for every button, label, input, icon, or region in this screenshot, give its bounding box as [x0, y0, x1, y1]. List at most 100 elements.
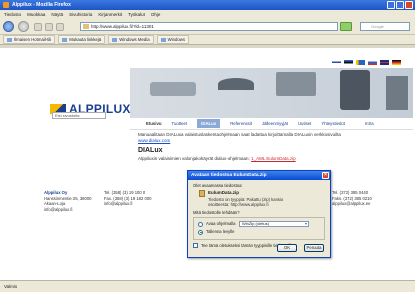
save-to-disk-option[interactable]: Tallenna levylle — [198, 228, 320, 236]
bookmark-item[interactable]: Ilmaisen Hotmail-tili — [3, 35, 56, 44]
minimize-button[interactable] — [387, 1, 395, 9]
menu-edit[interactable]: Muokkaa — [27, 12, 45, 17]
flag-sweden-icon[interactable] — [356, 60, 365, 65]
eulumdata-download-link[interactable]: 1_AML EulumData.zip — [251, 156, 296, 161]
open-with-radio[interactable] — [198, 221, 203, 227]
download-row: Alppiluxin valaisimien valonjakokäyrät d… — [138, 156, 398, 162]
firefox-icon — [3, 2, 9, 8]
page-icon — [83, 24, 89, 29]
flag-finland-icon[interactable] — [332, 60, 341, 65]
footer-finland-contact: Tel. (358) (3) 19 100 0 Fax. (358) (3) 1… — [104, 190, 152, 207]
save-to-disk-label: Tallenna levylle — [206, 229, 235, 235]
menu-file[interactable]: Tiedosto — [4, 12, 21, 17]
dialux-website-link[interactable]: www.dialux.com — [138, 138, 398, 144]
menu-view[interactable]: Näytä — [51, 12, 63, 17]
back-button[interactable] — [3, 21, 14, 32]
save-to-disk-radio[interactable] — [198, 229, 203, 235]
site-search-input[interactable]: Etsi sivustolta — [52, 112, 106, 119]
window-title-bar: Alppilux - Mozilla Firefox — [0, 0, 415, 10]
menu-bookmarks[interactable]: Kirjanmerkit — [98, 12, 122, 17]
menu-bar: Tiedosto Muokkaa Näytä Sivuhistoria Kirj… — [0, 10, 415, 18]
dialog-source-line: osoitteesta: http://www.alppilux.fi — [208, 202, 269, 207]
dialog-body: Olet avaamassa tiedostoa: EulumData.zip … — [188, 180, 330, 252]
open-with-label: Avaa ohjelmalla — [206, 221, 236, 227]
footer-estonia-contact: Tel. (372) 385 0440 Faks. (372) 385 0210… — [332, 190, 372, 207]
footer-phone: Tel. (372) 385 0440 — [332, 190, 369, 195]
bookmark-label: Windows — [167, 37, 186, 42]
dialog-buttons: OK Peruuta — [277, 244, 324, 252]
footer-email[interactable]: info@alppilux.fi — [44, 207, 92, 213]
address-text: http://www.alppilux.fi/?ld=11301 — [91, 24, 154, 29]
bookmark-icon — [160, 37, 166, 42]
nav-intra[interactable]: Intra — [365, 121, 374, 126]
nav-home[interactable]: Etusivu — [146, 121, 162, 126]
footer-company: Alppilux Oy Hanssinmentie 25, 38000 Akaa… — [44, 190, 92, 212]
nav-dialux[interactable]: DIALux — [197, 119, 221, 128]
bookmark-item[interactable]: Windows — [156, 35, 190, 44]
dialog-close-icon[interactable]: × — [322, 172, 329, 179]
remember-choice-checkbox[interactable] — [193, 243, 198, 249]
nav-references[interactable]: Referenssit — [230, 121, 252, 126]
header-lamps-image — [130, 68, 413, 118]
site-navigation: Etusivu Tuotteet DIALux Referenssit Jäll… — [130, 118, 413, 130]
reload-button[interactable] — [34, 23, 42, 31]
flag-estonia-icon[interactable] — [344, 60, 353, 65]
nav-products[interactable]: Tuotteet — [172, 121, 188, 126]
bookmark-label: Windows Media — [119, 37, 150, 42]
maximize-button[interactable] — [396, 1, 404, 9]
search-input[interactable]: Google — [360, 22, 410, 31]
site-search-placeholder: Etsi sivustolta — [55, 113, 80, 118]
window-title: Alppilux - Mozilla Firefox — [12, 2, 71, 8]
cancel-button[interactable]: Peruuta — [304, 244, 324, 252]
lamp-image — [218, 78, 254, 90]
nav-contact[interactable]: Yhteystiedot — [321, 121, 345, 126]
bookmark-icon — [112, 37, 118, 42]
bookmark-label: Ilmaisen Hotmail-tili — [14, 37, 52, 42]
bookmark-icon — [7, 37, 12, 42]
menu-help[interactable]: Ohje — [151, 12, 161, 17]
stop-button[interactable] — [45, 23, 53, 31]
lamp-image — [150, 82, 196, 96]
dialog-file: EulumData.zip — [199, 189, 325, 197]
forward-button[interactable] — [18, 21, 29, 32]
flag-uk-icon[interactable] — [380, 60, 389, 65]
nav-news[interactable]: Uutiset — [298, 121, 311, 126]
language-flags — [332, 60, 401, 65]
main-content: Manuaalitaan DIALuxa valaistuslaskentaoh… — [138, 132, 398, 162]
lamp-image — [340, 70, 370, 110]
dialog-question: Mitä tiedostolle tehdään? — [193, 209, 240, 215]
bookmarks-toolbar: Ilmaisen Hotmail-tili Mukauta linkkejä W… — [0, 35, 415, 45]
content-heading: DIALux — [138, 147, 163, 154]
go-button[interactable] — [340, 22, 352, 31]
flag-russia-icon[interactable] — [368, 60, 377, 65]
footer-phone: Tel. (358) (3) 19 100 0 — [104, 190, 146, 195]
footer-email[interactable]: alppilux@alppilux.ee — [332, 201, 372, 207]
site-search: Etsi sivustolta — [52, 112, 106, 119]
home-button[interactable] — [56, 23, 64, 31]
flag-germany-icon[interactable] — [392, 60, 401, 65]
nav-resellers[interactable]: Jälleenmyyjät — [262, 121, 288, 126]
navigation-toolbar: http://www.alppilux.fi/?ld=11301 Google — [0, 18, 415, 35]
menu-history[interactable]: Sivuhistoria — [69, 12, 92, 17]
ok-button[interactable]: OK — [277, 244, 297, 252]
bookmark-item[interactable]: Mukauta linkkejä — [58, 35, 106, 44]
status-text: Valmis — [4, 284, 18, 289]
footer-email[interactable]: info@alppilux.fi — [104, 201, 152, 207]
bookmark-icon — [62, 37, 68, 42]
dialog-title: Avataan tiedostoa EulumData.zip — [191, 173, 267, 178]
lamp-image — [386, 76, 408, 110]
close-window-button[interactable] — [405, 1, 413, 9]
open-with-option[interactable]: Avaa ohjelmalla WinZip (oletus) — [198, 220, 320, 228]
address-bar[interactable]: http://www.alppilux.fi/?ld=11301 — [80, 22, 338, 31]
bookmark-item[interactable]: Windows Media — [108, 35, 154, 44]
download-text: Alppiluxin valaisimien valonjakokäyrät d… — [138, 156, 250, 161]
dialog-options-group: Avaa ohjelmalla WinZip (oletus) Tallenna… — [193, 217, 325, 240]
bookmark-label: Mukauta linkkejä — [69, 37, 102, 42]
download-dialog: Avataan tiedostoa EulumData.zip × Olet a… — [187, 170, 331, 258]
menu-tools[interactable]: Työkalut — [128, 12, 145, 17]
open-with-value: WinZip (oletus) — [242, 221, 269, 226]
status-bar: Valmis — [0, 280, 415, 292]
search-placeholder: Google — [371, 24, 384, 29]
open-with-select[interactable]: WinZip (oletus) — [239, 221, 309, 227]
zip-file-icon — [199, 189, 205, 197]
